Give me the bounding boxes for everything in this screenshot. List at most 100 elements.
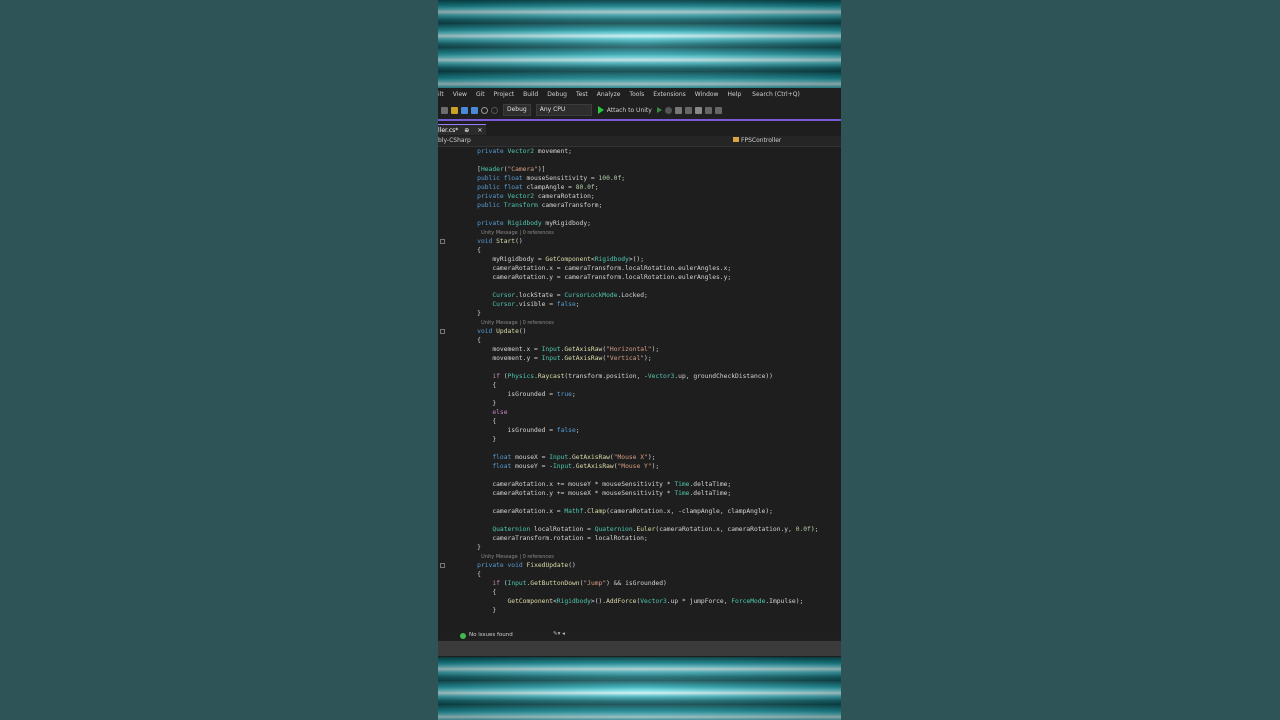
code-line[interactable]: cameraRotation.y += mouseX * mouseSensit… — [462, 489, 731, 498]
configuration-dropdown[interactable]: Debug — [503, 104, 531, 116]
code-line[interactable]: Quaternion localRotation = Quaternion.Eu… — [462, 525, 818, 534]
code-line[interactable]: } — [462, 309, 481, 318]
tab-label: ller.cs* — [438, 126, 459, 134]
navigation-bar: bly-CSharp FPSController — [438, 136, 841, 147]
code-line[interactable]: } — [462, 606, 496, 615]
menu-item-extensions[interactable]: Extensions — [653, 91, 686, 98]
class-dropdown[interactable]: FPSController — [733, 137, 781, 144]
code-line[interactable]: public float clampAngle = 80.0f; — [462, 183, 598, 192]
code-line[interactable]: GetComponent<Rigidbody>().AddForce(Vecto… — [462, 597, 804, 606]
code-line[interactable]: Cursor.visible = false; — [462, 300, 579, 309]
code-cleanup-icon[interactable]: ✎▾ ◂ — [553, 631, 565, 637]
menu-item-test[interactable]: Test — [576, 91, 588, 98]
code-line[interactable]: else — [462, 408, 507, 417]
code-line[interactable]: { — [462, 336, 481, 345]
menu-item-help[interactable]: Help — [727, 91, 741, 98]
issues-status[interactable]: No issues found — [469, 632, 513, 638]
fold-toggle-icon[interactable] — [440, 239, 445, 244]
code-line[interactable]: { — [462, 246, 481, 255]
code-line[interactable]: { — [462, 588, 496, 597]
code-line[interactable]: } — [462, 435, 496, 444]
code-line[interactable]: cameraRotation.x += mouseY * mouseSensit… — [462, 480, 731, 489]
solution-explorer-icon[interactable] — [674, 106, 682, 114]
project-dropdown[interactable]: bly-CSharp — [438, 137, 471, 144]
refresh-icon[interactable] — [694, 106, 702, 114]
class-icon — [733, 137, 739, 142]
save-icon[interactable] — [461, 106, 468, 114]
check-icon — [460, 633, 466, 639]
menu-item-window[interactable]: Window — [695, 91, 719, 98]
code-line[interactable]: void Update() — [462, 327, 526, 336]
code-line[interactable]: Cursor.lockState = CursorLockMode.Locked… — [462, 291, 647, 300]
video-frame: ilt View Git Project Build Debug Test An… — [438, 0, 841, 720]
code-line[interactable]: movement.y = Input.GetAxisRaw("Vertical"… — [462, 354, 651, 363]
redo-icon[interactable] — [491, 106, 498, 114]
start-without-debugging-icon[interactable] — [656, 107, 662, 113]
accent-line — [438, 119, 841, 121]
status-bar: No issues found ✎▾ ◂ — [438, 631, 841, 641]
toolbar: Debug Any CPU Attach to Unity — [438, 101, 841, 119]
open-folder-icon[interactable] — [451, 106, 458, 114]
code-line[interactable]: if (Input.GetButtonDown("Jump") && isGro… — [462, 579, 666, 588]
code-line[interactable]: } — [462, 399, 496, 408]
code-line[interactable]: public Transform cameraTransform; — [462, 201, 602, 210]
attach-to-unity-button[interactable]: Attach to Unity — [607, 107, 652, 114]
code-line[interactable]: private Vector2 cameraRotation; — [462, 192, 595, 201]
code-line[interactable]: private Vector2 movement; — [462, 147, 572, 156]
hot-reload-icon[interactable] — [664, 106, 672, 114]
class-label: FPSController — [741, 137, 782, 144]
code-line[interactable]: private void FixedUpdate() — [462, 561, 576, 570]
tab-fpscontroller[interactable]: ller.cs* ⊕ ✕ — [438, 124, 487, 135]
codelens-references[interactable]: Unity Message | 0 references — [462, 319, 554, 327]
save-all-icon[interactable] — [471, 106, 478, 114]
decorative-wave-bottom — [438, 657, 841, 720]
code-line[interactable]: { — [462, 417, 496, 426]
code-line[interactable]: float mouseY = -Input.GetAxisRaw("Mouse … — [462, 462, 659, 471]
code-editor[interactable]: private Vector2 movement; [Header("Camer… — [438, 147, 841, 631]
code-line[interactable]: { — [462, 570, 481, 579]
undo-icon[interactable] — [481, 106, 488, 114]
code-line[interactable]: cameraTransform.rotation = localRotation… — [462, 534, 647, 543]
menu-item-analyze[interactable]: Analyze — [597, 91, 621, 98]
code-line[interactable]: float mouseX = Input.GetAxisRaw("Mouse X… — [462, 453, 655, 462]
code-line[interactable]: cameraRotation.y = cameraTransform.local… — [462, 273, 731, 282]
code-line[interactable]: isGrounded = true; — [462, 390, 575, 399]
menu-item-project[interactable]: Project — [494, 91, 515, 98]
code-line[interactable]: cameraRotation.x = cameraTransform.local… — [462, 264, 731, 273]
comment-icon[interactable] — [714, 106, 722, 114]
codelens-references[interactable]: Unity Message | 0 references — [462, 229, 554, 237]
visual-studio-window: ilt View Git Project Build Debug Test An… — [438, 88, 841, 656]
play-icon[interactable] — [597, 106, 604, 114]
code-line[interactable]: } — [462, 543, 481, 552]
menu-item-file[interactable]: ilt — [438, 91, 444, 98]
code-line[interactable]: { — [462, 381, 496, 390]
fold-toggle-icon[interactable] — [440, 329, 445, 334]
menu-item-debug[interactable]: Debug — [547, 91, 567, 98]
code-line[interactable]: myRigidbody = GetComponent<Rigidbody>(); — [462, 255, 644, 264]
menu-item-tools[interactable]: Tools — [629, 91, 644, 98]
code-line[interactable]: movement.x = Input.GetAxisRaw("Horizonta… — [462, 345, 659, 354]
search-box[interactable]: Search (Ctrl+Q) — [752, 91, 800, 98]
decorative-wave-top — [438, 0, 841, 88]
document-tab-bar: ller.cs* ⊕ ✕ — [438, 123, 841, 135]
platform-dropdown[interactable]: Any CPU — [535, 104, 592, 116]
code-line[interactable]: void Start() — [462, 237, 523, 246]
menu-item-git[interactable]: Git — [476, 91, 485, 98]
pin-icon[interactable]: ⊕ — [464, 127, 469, 134]
menu-item-build[interactable]: Build — [523, 91, 538, 98]
align-icon[interactable] — [704, 106, 712, 114]
new-project-icon[interactable] — [441, 106, 448, 114]
code-line[interactable]: isGrounded = false; — [462, 426, 579, 435]
menu-bar: ilt View Git Project Build Debug Test An… — [438, 88, 841, 101]
code-line[interactable]: if (Physics.Raycast(transform.position, … — [462, 372, 773, 381]
code-line[interactable]: cameraRotation.x = Mathf.Clamp(cameraRot… — [462, 507, 773, 516]
layout-icon[interactable] — [684, 106, 692, 114]
close-icon[interactable]: ✕ — [477, 127, 482, 134]
code-line[interactable]: public float mouseSensitivity = 100.0f; — [462, 174, 625, 183]
codelens-references[interactable]: Unity Message | 0 references — [462, 553, 554, 561]
menu-item-view[interactable]: View — [453, 91, 467, 98]
code-line[interactable]: [Header("Camera")] — [462, 165, 545, 174]
panel-divider — [438, 641, 841, 656]
code-line[interactable]: private Rigidbody myRigidbody; — [462, 219, 591, 228]
fold-toggle-icon[interactable] — [440, 563, 445, 568]
